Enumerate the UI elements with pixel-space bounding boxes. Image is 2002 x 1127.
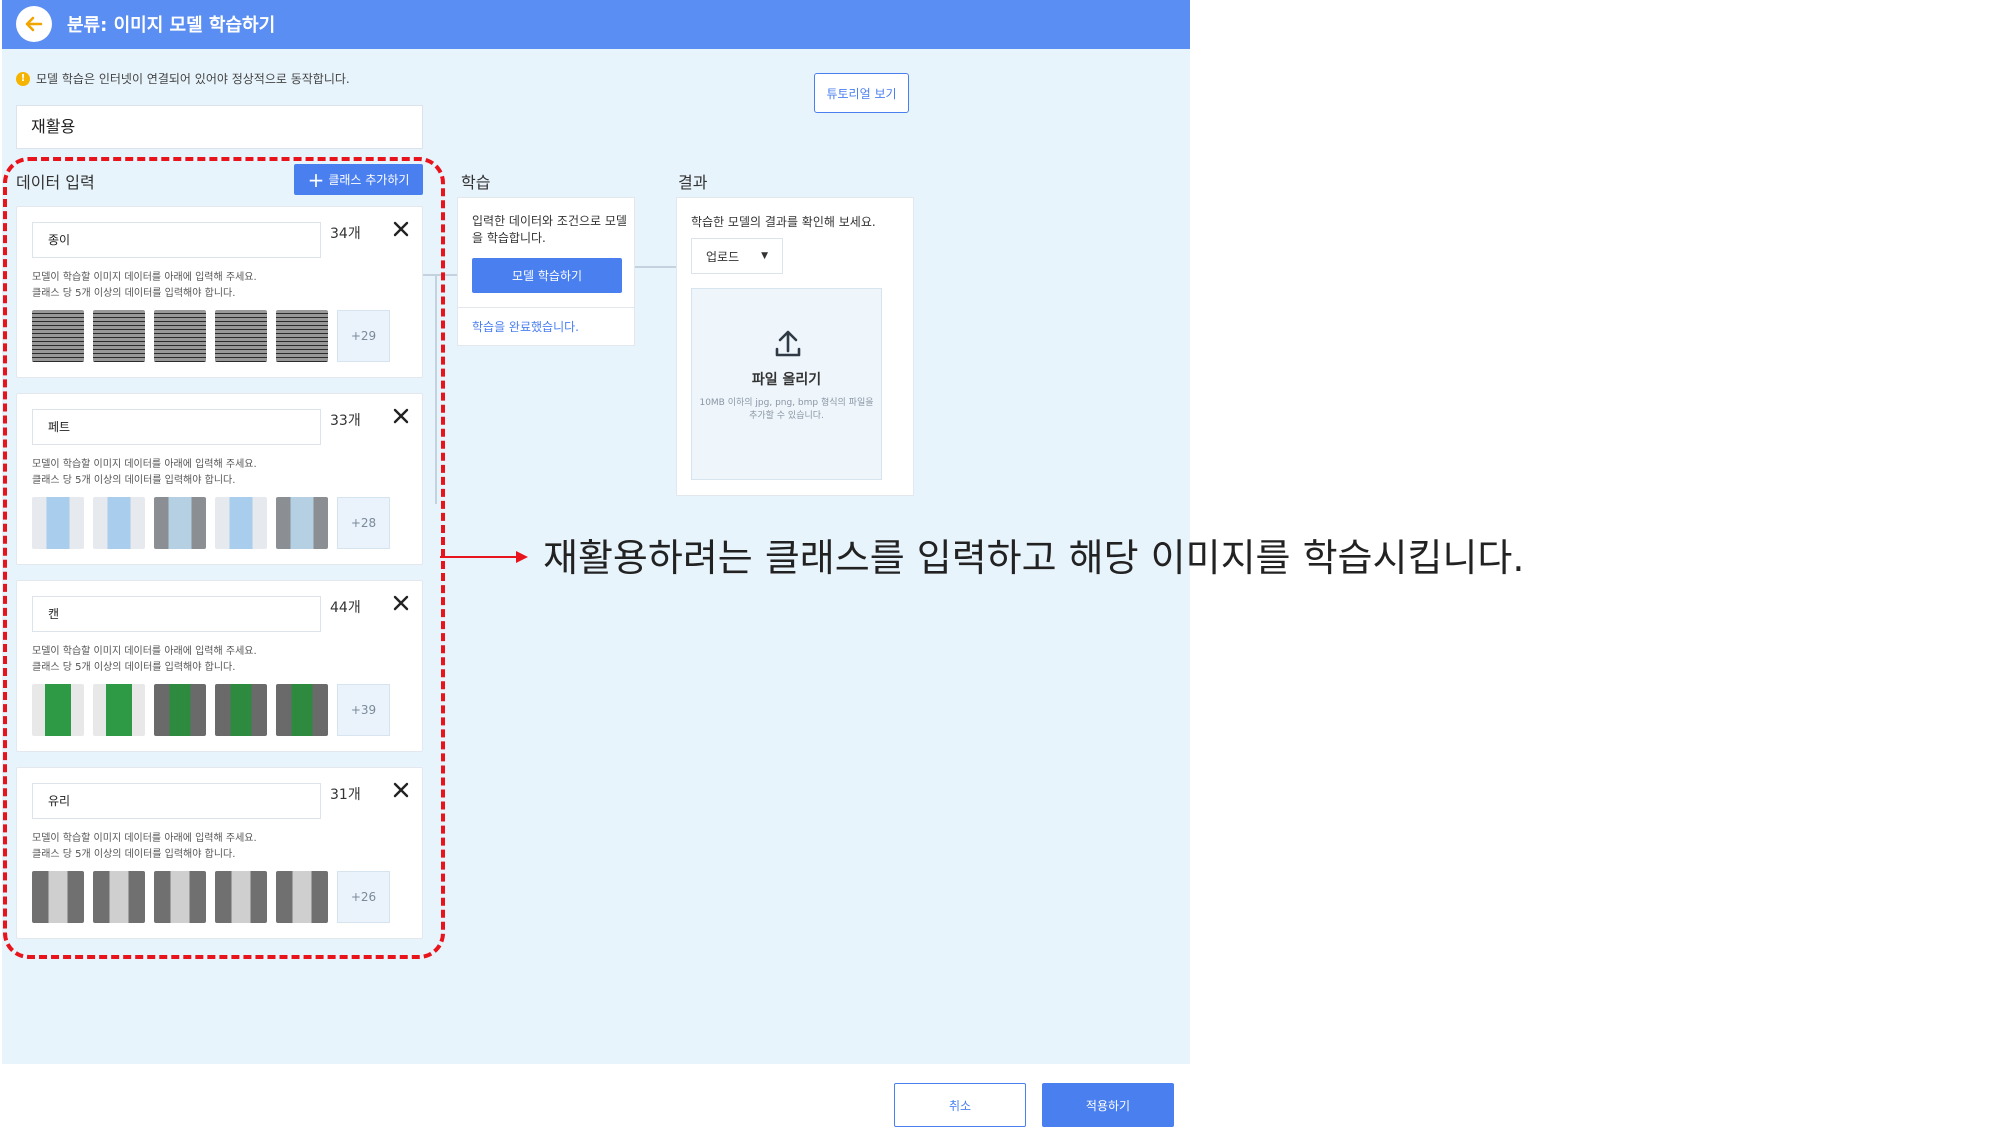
annotation-arrow (440, 551, 528, 563)
tutorial-button[interactable]: 튜토리얼 보기 (814, 73, 909, 113)
connector-line (635, 266, 676, 268)
notice-text: 모델 학습은 인터넷이 연결되어 있어야 정상적으로 동작합니다. (36, 72, 350, 86)
highlight-outline (3, 157, 445, 959)
page-title: 분류: 이미지 모델 학습하기 (67, 15, 276, 36)
training-title: 학습 (461, 173, 491, 192)
input-source-value: 업로드 (706, 249, 740, 264)
network-notice: ! 모델 학습은 인터넷이 연결되어 있어야 정상적으로 동작합니다. (16, 70, 350, 87)
result-description: 학습한 모델의 결과를 확인해 보세요. (691, 215, 876, 229)
training-card: 입력한 데이터와 조건으로 모델을 학습합니다. 모델 학습하기 학습을 완료했… (457, 197, 635, 346)
training-description: 입력한 데이터와 조건으로 모델을 학습합니다. (472, 214, 627, 245)
result-card: 학습한 모델의 결과를 확인해 보세요. 업로드 ▼ 파일 올리기 10MB 이… (676, 197, 914, 496)
warning-icon: ! (16, 71, 30, 86)
model-name-input[interactable]: 재활용 (16, 105, 423, 149)
apply-button[interactable]: 적용하기 (1042, 1083, 1174, 1127)
training-status: 학습을 완료했습니다. (472, 320, 579, 334)
upload-hint: 10MB 이하의 jpg, png, bmp 형식의 파일을 추가할 수 있습니… (699, 398, 874, 421)
divider (458, 307, 634, 308)
back-button[interactable] (16, 6, 52, 42)
result-title: 결과 (678, 173, 708, 192)
caret-down-icon: ▼ (761, 251, 768, 261)
arrow-left-icon (25, 16, 43, 32)
cancel-button[interactable]: 취소 (894, 1083, 1026, 1127)
upload-title: 파일 올리기 (751, 372, 822, 388)
file-upload-zone[interactable]: 파일 올리기 10MB 이하의 jpg, png, bmp 형식의 파일을 추가… (691, 288, 882, 480)
input-source-select[interactable]: 업로드 ▼ (691, 238, 783, 274)
annotation-text: 재활용하려는 클래스를 입력하고 해당 이미지를 학습시킵니다. (543, 536, 1525, 580)
train-model-button[interactable]: 모델 학습하기 (472, 258, 622, 293)
top-bar: 분류: 이미지 모델 학습하기 (2, 0, 1190, 49)
upload-icon (775, 330, 801, 357)
